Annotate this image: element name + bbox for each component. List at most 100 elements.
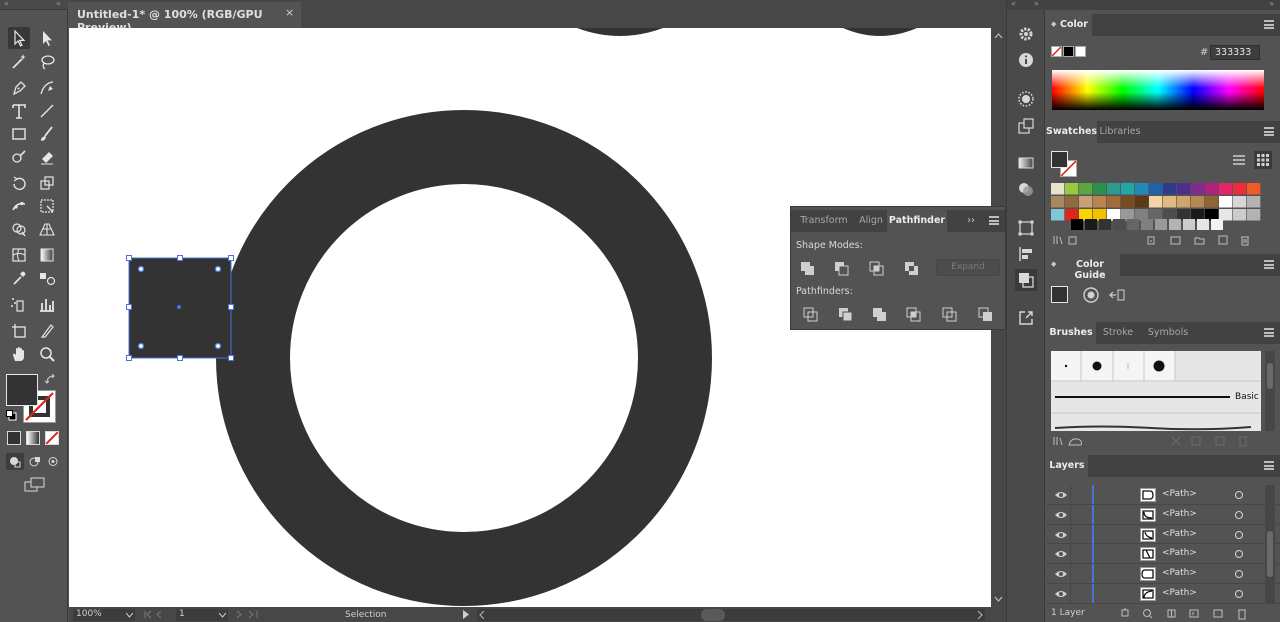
magic-wand-tool[interactable] [8, 51, 30, 73]
pen-tool[interactable] [8, 77, 30, 99]
selection-tool[interactable] [8, 27, 30, 49]
resize-handle[interactable] [177, 255, 183, 261]
zoom-dropdown[interactable]: 100% [73, 609, 135, 621]
grid-view-button[interactable] [1254, 151, 1272, 169]
gradient-panel-button[interactable] [1015, 152, 1037, 174]
line-segment-tool[interactable] [36, 100, 58, 122]
swatch[interactable] [1051, 196, 1065, 208]
swatch[interactable] [1219, 183, 1233, 195]
brush-list[interactable]: Basic [1051, 351, 1261, 431]
paintbrush-tool[interactable] [36, 123, 58, 145]
options-icon[interactable] [1191, 436, 1201, 446]
color-mode-button[interactable] [7, 431, 21, 445]
tab-color-guide[interactable]: ◆ Color Guide [1046, 254, 1120, 281]
tab-pathfinder[interactable]: Pathfinder [887, 210, 947, 232]
free-transform-tool[interactable] [36, 195, 58, 217]
layer-row[interactable]: <Path> [1046, 524, 1280, 545]
strip-grip[interactable]: « » [1007, 0, 1046, 10]
charcoal-brush-stroke[interactable] [1054, 425, 1252, 431]
tab-libraries[interactable]: Libraries [1097, 121, 1143, 143]
ring-shape[interactable] [216, 110, 712, 606]
swatch-grey[interactable] [1141, 219, 1153, 230]
layer-row[interactable]: <Path> [1046, 504, 1280, 525]
export-asset-panel-button[interactable] [1015, 115, 1037, 137]
layer-row[interactable]: <Path> [1046, 564, 1280, 584]
symbol-sprayer-tool[interactable] [8, 293, 30, 315]
shape-builder-tool[interactable] [8, 218, 30, 240]
blend-tool[interactable] [36, 267, 58, 289]
curvature-tool[interactable] [36, 77, 58, 99]
swatch[interactable] [1065, 183, 1079, 195]
swatch[interactable] [1163, 183, 1177, 195]
layer-row[interactable]: <Path> [1046, 544, 1280, 565]
new-folder-icon[interactable] [1194, 237, 1205, 245]
resize-handle[interactable] [228, 255, 234, 261]
tab-layers[interactable]: Layers [1046, 455, 1088, 477]
horizontal-scroll-thumb[interactable] [701, 609, 725, 621]
info-panel-button[interactable] [1015, 49, 1037, 71]
layers-scrollbar[interactable] [1265, 485, 1275, 604]
color-black-swatch[interactable] [1063, 46, 1074, 57]
corner-widget[interactable] [214, 342, 222, 350]
swatch-grey[interactable] [1099, 219, 1111, 230]
swatch[interactable] [1079, 196, 1093, 208]
draw-normal-button[interactable] [6, 453, 24, 470]
crop-button[interactable] [904, 305, 924, 323]
tab-stroke[interactable]: Stroke [1096, 322, 1140, 344]
swatch-options-icon[interactable] [1147, 236, 1155, 245]
corner-widget[interactable] [137, 342, 145, 350]
eyedropper-tool[interactable] [8, 267, 30, 289]
horizontal-scrollbar[interactable] [477, 609, 985, 621]
partial-shape-top-right[interactable] [843, 28, 917, 36]
change-screen-mode-button[interactable] [23, 476, 47, 494]
swatch[interactable] [1079, 209, 1093, 221]
scale-tool[interactable] [36, 172, 58, 194]
swatch[interactable] [1135, 183, 1149, 195]
swatch[interactable] [1205, 209, 1219, 221]
brush-dot-medium[interactable] [1092, 361, 1102, 371]
swatch[interactable] [1233, 196, 1247, 208]
status-menu-arrow-icon[interactable] [462, 610, 470, 619]
resize-handle[interactable] [177, 355, 183, 361]
swatch-grey[interactable] [1169, 219, 1181, 230]
panel-overflow-icon[interactable]: ›› [963, 210, 979, 232]
hex-input[interactable]: 333333 [1210, 45, 1260, 60]
limit-color-group-icon[interactable] [1108, 287, 1126, 303]
swatch-grey[interactable] [1085, 219, 1097, 230]
resize-handle[interactable] [126, 304, 132, 310]
swatch[interactable] [1121, 209, 1135, 221]
minus-front-button[interactable] [832, 259, 852, 277]
exclude-button[interactable] [902, 259, 922, 277]
gradient-tool[interactable] [36, 244, 58, 266]
swatch[interactable] [1191, 183, 1205, 195]
resize-handle[interactable] [126, 255, 132, 261]
swatch[interactable] [1233, 209, 1247, 221]
eye-icon[interactable] [1054, 510, 1068, 520]
fill-color-front[interactable] [6, 374, 38, 406]
unite-button[interactable] [798, 259, 818, 277]
swatch-grey[interactable] [1211, 219, 1223, 230]
swatch[interactable] [1219, 209, 1233, 221]
tab-transform[interactable]: Transform [793, 210, 855, 232]
slice-tool[interactable] [36, 320, 58, 342]
trim-button[interactable] [836, 305, 856, 323]
swatch[interactable] [1149, 196, 1163, 208]
pathfinder-panel-button[interactable] [1015, 269, 1037, 291]
swatch-grey[interactable] [1197, 219, 1209, 230]
swatch[interactable] [1191, 196, 1205, 208]
tools-panel-grip[interactable]: « « [0, 0, 68, 10]
shaper-tool[interactable] [8, 146, 30, 168]
swatch[interactable] [1149, 209, 1163, 221]
swatch[interactable] [1163, 209, 1177, 221]
close-tab-icon[interactable]: × [285, 6, 294, 19]
gradient-mode-button[interactable] [26, 431, 40, 445]
none-mode-button[interactable] [45, 431, 59, 445]
hand-tool[interactable] [8, 343, 30, 365]
draw-inside-button[interactable] [44, 453, 62, 470]
color-guide-menu-icon[interactable] [1264, 260, 1274, 269]
base-color-swatch[interactable] [1051, 286, 1068, 303]
expand-button[interactable]: Expand [936, 259, 1000, 276]
swatch-grey[interactable] [1071, 219, 1083, 230]
swatches-panel-menu-icon[interactable] [1264, 127, 1274, 136]
default-fill-stroke-icon[interactable] [6, 410, 17, 421]
